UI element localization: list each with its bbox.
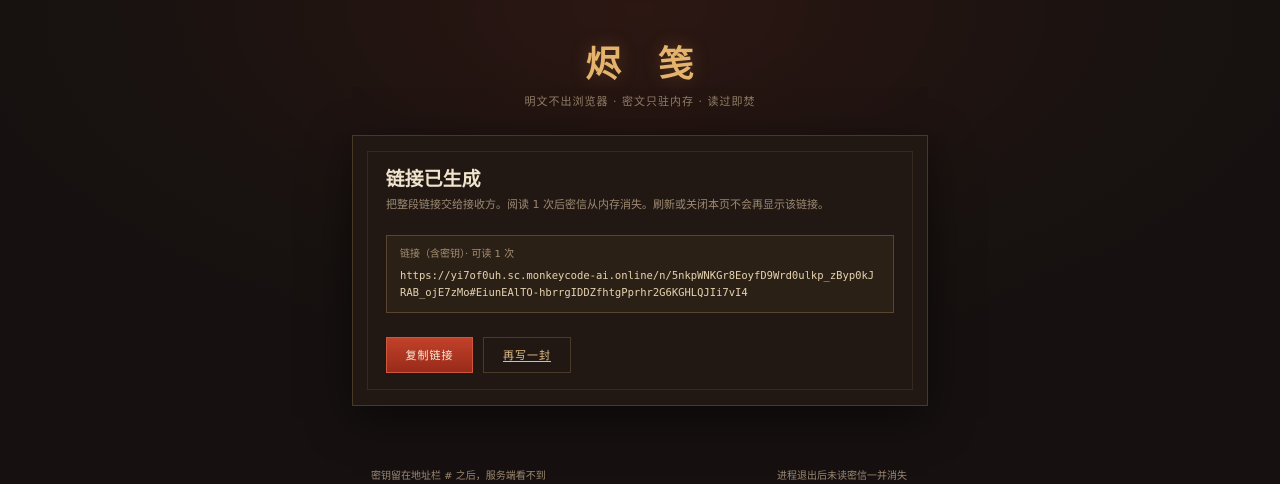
copy-link-button[interactable]: 复制链接: [386, 337, 473, 373]
card-title: 链接已生成: [386, 168, 482, 190]
card-description: 把整段链接交给接收方。阅读 1 次后密信从内存消失。刷新或关闭本页不会再显示该链…: [386, 198, 829, 211]
generated-link[interactable]: https://yi7of0uh.sc.monkeycode-ai.online…: [400, 268, 880, 302]
app-tagline: 明文不出浏览器 · 密文只驻内存 · 读过即焚: [524, 95, 756, 108]
link-label: 链接（含密钥）· 可读 1 次: [400, 249, 515, 260]
footer-note-left: 密钥留在地址栏 # 之后，服务端看不到: [371, 471, 546, 482]
result-card: 链接已生成 把整段链接交给接收方。阅读 1 次后密信从内存消失。刷新或关闭本页不…: [352, 135, 928, 406]
link-box: 链接（含密钥）· 可读 1 次 https://yi7of0uh.sc.monk…: [386, 235, 894, 313]
result-card-inner: 链接已生成 把整段链接交给接收方。阅读 1 次后密信从内存消失。刷新或关闭本页不…: [367, 151, 913, 390]
page-header: 烬 笺 明文不出浏览器 · 密文只驻内存 · 读过即焚: [0, 36, 1280, 110]
write-another-button[interactable]: 再写一封: [483, 337, 571, 373]
app-logo-title: 烬 笺: [585, 43, 707, 85]
footer-note-right: 进程退出后未读密信一并消失: [777, 471, 907, 482]
